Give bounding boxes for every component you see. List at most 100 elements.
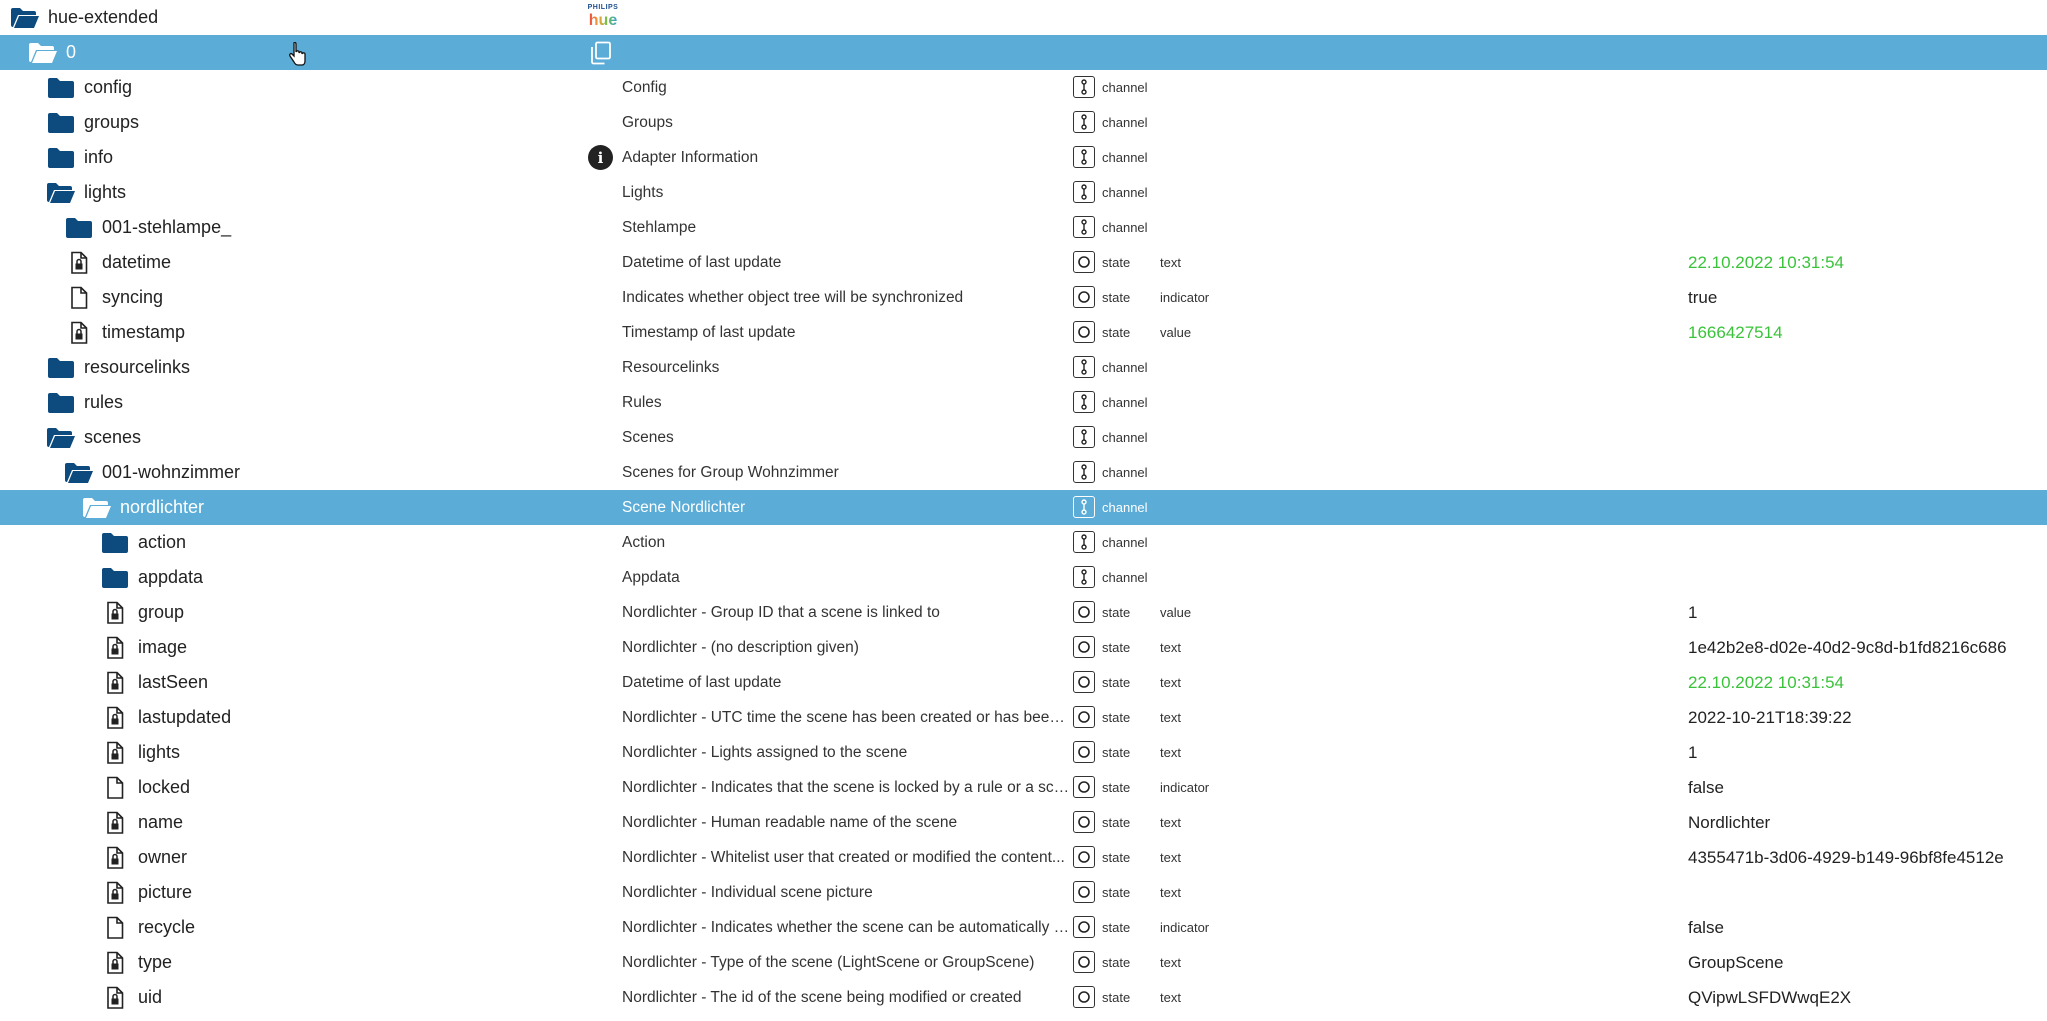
tree-row-type[interactable]: type Nordlichter - Type of the scene (Lig… [0, 945, 2047, 980]
tree-node[interactable]: picture [100, 875, 192, 910]
tree-row-action[interactable]: action Action channel [0, 525, 2047, 560]
state-icon[interactable] [1073, 951, 1095, 973]
folder-open-icon[interactable] [64, 460, 94, 486]
copy-icon[interactable] [590, 41, 612, 65]
file-lock-icon[interactable] [64, 320, 94, 346]
tree-node[interactable]: rules [46, 385, 123, 420]
folder-open-icon[interactable] [28, 40, 58, 66]
node-value[interactable]: 22.10.2022 10:31:54 [1688, 253, 1844, 273]
tree-node[interactable]: lights [100, 735, 180, 770]
tree-node[interactable]: image [100, 630, 187, 665]
folder-open-icon[interactable] [46, 425, 76, 451]
tree-row-lights[interactable]: lights Lights channel [0, 175, 2047, 210]
node-value[interactable]: 1 [1688, 603, 1697, 623]
tree-row-picture[interactable]: picture Nordlichter - Individual scene pi… [0, 875, 2047, 910]
tree-row-001-stehlampe_[interactable]: 001-stehlampe_ Stehlampe channel [0, 210, 2047, 245]
tree-node[interactable]: info [46, 140, 113, 175]
tree-row-0[interactable]: 0 [0, 35, 2047, 70]
tree-node[interactable]: config [46, 70, 132, 105]
tree-row-groups[interactable]: groups Groups channel [0, 105, 2047, 140]
folder-icon[interactable] [46, 75, 76, 101]
tree-row-locked[interactable]: locked Nordlichter - Indicates that the s… [0, 770, 2047, 805]
node-value[interactable]: 1 [1688, 743, 1697, 763]
tree-row-info[interactable]: info i Adapter Information channel [0, 140, 2047, 175]
tree-node[interactable]: syncing [64, 280, 163, 315]
channel-icon[interactable] [1073, 76, 1095, 98]
state-icon[interactable] [1073, 636, 1095, 658]
tree-row-uid[interactable]: uid Nordlichter - The id of the scene bei… [0, 980, 2047, 1015]
state-icon[interactable] [1073, 741, 1095, 763]
file-lock-icon[interactable] [100, 600, 130, 626]
file-lock-icon[interactable] [100, 705, 130, 731]
tree-row-scenes[interactable]: scenes Scenes channel [0, 420, 2047, 455]
tree-row-datetime[interactable]: datetime Datetime of last update state text… [0, 245, 2047, 280]
tree-row-appdata[interactable]: appdata Appdata channel [0, 560, 2047, 595]
file-icon[interactable] [100, 915, 130, 941]
folder-open-icon[interactable] [82, 495, 112, 521]
tree-row-nordlichter[interactable]: nordlichter Scene Nordlichter channel [0, 490, 2047, 525]
node-value[interactable]: Nordlichter [1688, 813, 1770, 833]
file-lock-icon[interactable] [100, 880, 130, 906]
tree-node[interactable]: uid [100, 980, 162, 1015]
tree-node[interactable]: locked [100, 770, 190, 805]
tree-node[interactable]: datetime [64, 245, 171, 280]
channel-icon[interactable] [1073, 181, 1095, 203]
tree-node[interactable]: appdata [100, 560, 203, 595]
folder-icon[interactable] [100, 530, 130, 556]
tree-row-lights[interactable]: lights Nordlichter - Lights assigned to t… [0, 735, 2047, 770]
tree-row-001-wohnzimmer[interactable]: 001-wohnzimmer Scenes for Group Wohnzimme… [0, 455, 2047, 490]
node-value[interactable]: 1666427514 [1688, 323, 1783, 343]
tree-node[interactable]: lights [46, 175, 126, 210]
channel-icon[interactable] [1073, 461, 1095, 483]
tree-row-name[interactable]: name Nordlichter - Human readable name of… [0, 805, 2047, 840]
node-value[interactable]: 1e42b2e8-d02e-40d2-9c8d-b1fd8216c686 [1688, 638, 2007, 658]
state-icon[interactable] [1073, 601, 1095, 623]
folder-icon[interactable] [46, 355, 76, 381]
state-icon[interactable] [1073, 881, 1095, 903]
file-lock-icon[interactable] [100, 740, 130, 766]
tree-node[interactable]: resourcelinks [46, 350, 190, 385]
folder-icon[interactable] [46, 110, 76, 136]
tree-node[interactable]: name [100, 805, 183, 840]
channel-icon[interactable] [1073, 146, 1095, 168]
node-value[interactable]: false [1688, 778, 1724, 798]
tree-row-syncing[interactable]: syncing Indicates whether object tree wil… [0, 280, 2047, 315]
file-lock-icon[interactable] [100, 810, 130, 836]
channel-icon[interactable] [1073, 216, 1095, 238]
tree-node[interactable]: 001-stehlampe_ [64, 210, 231, 245]
tree-node[interactable]: groups [46, 105, 139, 140]
tree-node[interactable]: 0 [28, 35, 76, 70]
state-icon[interactable] [1073, 706, 1095, 728]
file-lock-icon[interactable] [100, 845, 130, 871]
channel-icon[interactable] [1073, 496, 1095, 518]
tree-node[interactable]: group [100, 595, 184, 630]
tree-node[interactable]: lastupdated [100, 700, 231, 735]
tree-node[interactable]: lastSeen [100, 665, 208, 700]
tree-row-owner[interactable]: owner Nordlichter - Whitelist user that c… [0, 840, 2047, 875]
file-lock-icon[interactable] [64, 250, 94, 276]
folder-icon[interactable] [46, 145, 76, 171]
node-value[interactable]: QVipwLSFDWwqE2X [1688, 988, 1851, 1008]
channel-icon[interactable] [1073, 356, 1095, 378]
state-icon[interactable] [1073, 846, 1095, 868]
tree-node[interactable]: nordlichter [82, 490, 204, 525]
tree-node[interactable]: action [100, 525, 186, 560]
state-icon[interactable] [1073, 286, 1095, 308]
tree-row-lastupdated[interactable]: lastupdated Nordlichter - UTC time the sc… [0, 700, 2047, 735]
file-lock-icon[interactable] [100, 670, 130, 696]
state-icon[interactable] [1073, 986, 1095, 1008]
tree-row-group[interactable]: group Nordlichter - Group ID that a scene… [0, 595, 2047, 630]
node-value[interactable]: false [1688, 918, 1724, 938]
channel-icon[interactable] [1073, 566, 1095, 588]
folder-icon[interactable] [100, 565, 130, 591]
channel-icon[interactable] [1073, 391, 1095, 413]
file-icon[interactable] [100, 775, 130, 801]
channel-icon[interactable] [1073, 531, 1095, 553]
tree-row-timestamp[interactable]: timestamp Timestamp of last update state va… [0, 315, 2047, 350]
tree-node[interactable]: hue-extended [10, 0, 158, 35]
tree-row-lastSeen[interactable]: lastSeen Datetime of last update state text… [0, 665, 2047, 700]
tree-node[interactable]: type [100, 945, 172, 980]
tree-node[interactable]: recycle [100, 910, 195, 945]
node-value[interactable]: true [1688, 288, 1717, 308]
folder-icon[interactable] [46, 390, 76, 416]
